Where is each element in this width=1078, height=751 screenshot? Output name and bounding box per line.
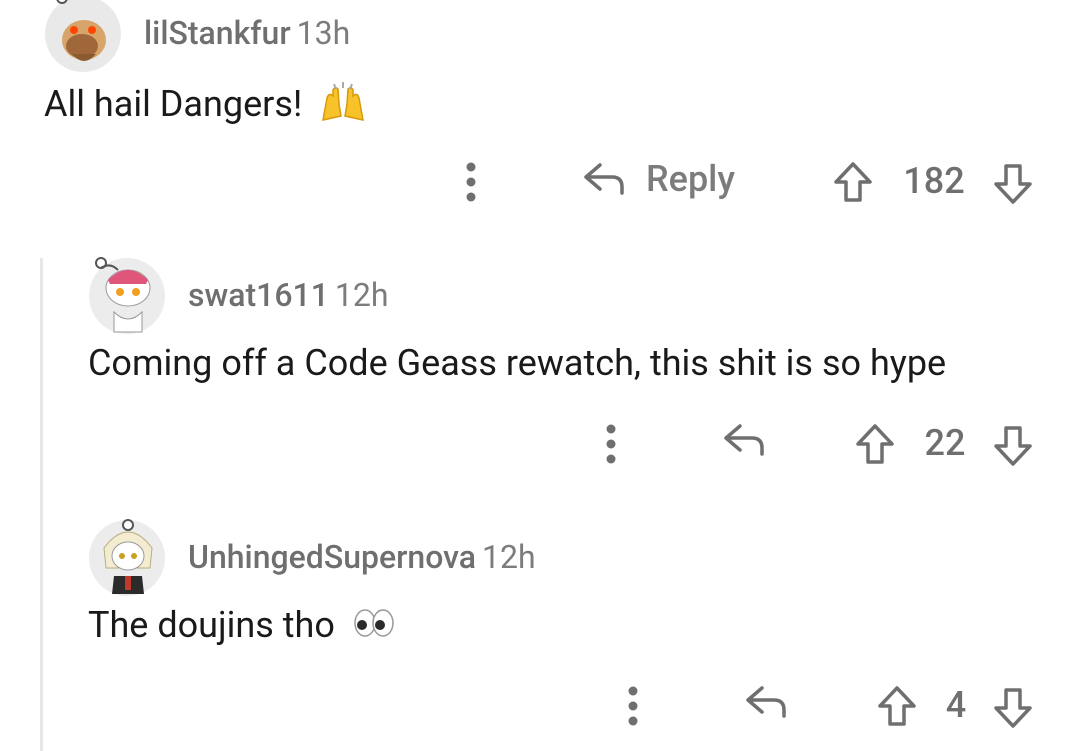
more-options-button[interactable] bbox=[462, 160, 480, 204]
more-vertical-icon bbox=[628, 686, 638, 726]
downvote-arrow-icon bbox=[994, 426, 1032, 466]
downvote-arrow-icon bbox=[994, 688, 1032, 728]
timestamp: 13h bbox=[296, 14, 351, 52]
reply-button[interactable] bbox=[722, 420, 766, 460]
comment-body: Coming off a Code Geass rewatch, this sh… bbox=[88, 342, 946, 384]
reply-arrow-icon bbox=[584, 163, 624, 195]
comment-text: Coming off a Code Geass rewatch, this sh… bbox=[88, 342, 947, 384]
reply-arrow-icon bbox=[724, 424, 764, 456]
upvote-button[interactable] bbox=[876, 684, 918, 728]
username[interactable]: swat1611 bbox=[188, 276, 329, 314]
reply-button[interactable]: Reply bbox=[582, 158, 735, 200]
timestamp: 12h bbox=[482, 538, 536, 576]
avatar[interactable] bbox=[88, 518, 166, 596]
downvote-arrow-icon bbox=[994, 164, 1032, 204]
comment-author[interactable]: UnhingedSupernova 12h bbox=[188, 538, 536, 576]
more-vertical-icon bbox=[606, 424, 616, 464]
reply-arrow-icon bbox=[746, 686, 786, 718]
snoo-avatar-icon bbox=[89, 519, 165, 596]
vote-score: 4 bbox=[945, 684, 967, 726]
reply-button[interactable] bbox=[744, 682, 788, 722]
timestamp: 12h bbox=[334, 276, 389, 314]
thread-line[interactable] bbox=[40, 258, 43, 751]
upvote-arrow-icon bbox=[878, 686, 916, 726]
avatar[interactable] bbox=[44, 0, 122, 72]
more-options-button[interactable] bbox=[624, 684, 642, 728]
avatar[interactable] bbox=[88, 256, 166, 334]
username[interactable]: UnhingedSupernova bbox=[188, 538, 476, 576]
downvote-button[interactable] bbox=[992, 162, 1034, 206]
more-vertical-icon bbox=[466, 162, 476, 202]
upvote-arrow-icon bbox=[834, 162, 872, 202]
comment-body: The doujins tho bbox=[88, 604, 396, 648]
snoo-avatar-icon bbox=[45, 0, 121, 72]
more-options-button[interactable] bbox=[602, 422, 620, 466]
vote-score: 182 bbox=[903, 160, 965, 202]
comment-author[interactable]: lilStankfur 13h bbox=[144, 14, 350, 52]
comment-author[interactable]: swat1611 12h bbox=[188, 276, 388, 314]
upvote-button[interactable] bbox=[854, 422, 896, 466]
upvote-button[interactable] bbox=[832, 160, 874, 204]
username[interactable]: lilStankfur bbox=[144, 14, 291, 52]
comment-text: All hail Dangers! bbox=[44, 83, 303, 126]
comment-body: All hail Dangers! bbox=[44, 80, 367, 133]
raising-hands-icon bbox=[319, 80, 367, 133]
upvote-arrow-icon bbox=[856, 424, 894, 464]
downvote-button[interactable] bbox=[992, 424, 1034, 468]
snoo-avatar-icon bbox=[89, 257, 165, 334]
eyes-icon bbox=[352, 606, 396, 648]
downvote-button[interactable] bbox=[992, 686, 1034, 730]
comment-text: The doujins tho bbox=[88, 604, 335, 646]
vote-score: 22 bbox=[924, 422, 966, 464]
reply-label: Reply bbox=[646, 158, 735, 200]
